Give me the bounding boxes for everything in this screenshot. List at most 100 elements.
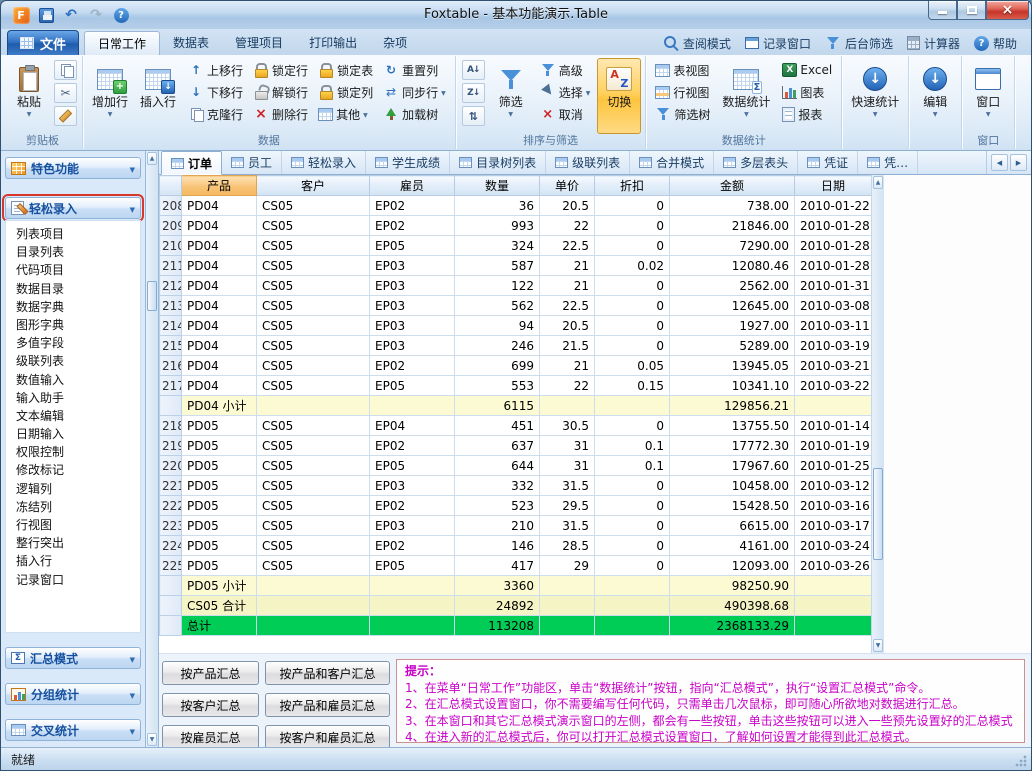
cell-amount[interactable]: 1927.00: [670, 316, 795, 336]
sidebar-item[interactable]: 行视图: [6, 516, 140, 534]
cell-customer[interactable]: CS05: [257, 356, 370, 376]
redo-button[interactable]: [86, 5, 106, 25]
cell-amount[interactable]: 12093.00: [670, 556, 795, 576]
filter-button[interactable]: 筛选: [489, 58, 533, 134]
cell-customer[interactable]: CS05: [257, 276, 370, 296]
row-number-cell[interactable]: 215: [160, 336, 182, 356]
cell-employee[interactable]: [370, 396, 455, 416]
cell-date[interactable]: 2010-03-11: [795, 316, 872, 336]
row-number-cell[interactable]: 214: [160, 316, 182, 336]
cell-product[interactable]: PD05: [182, 456, 257, 476]
cell-employee[interactable]: [370, 616, 455, 636]
cell-product[interactable]: PD04: [182, 256, 257, 276]
cell-amount[interactable]: 6615.00: [670, 516, 795, 536]
doc-tab-multi-layer-header[interactable]: 多层表头: [714, 151, 798, 174]
cell-quantity[interactable]: 24892: [455, 596, 540, 616]
sidebar-item[interactable]: 数值输入: [6, 371, 140, 389]
sidebar-panel-group-stats[interactable]: 分组统计: [5, 683, 141, 705]
cell-amount[interactable]: 15428.50: [670, 496, 795, 516]
cell-quantity[interactable]: 3360: [455, 576, 540, 596]
cell-product[interactable]: CS05 合计: [182, 596, 257, 616]
row-number-cell[interactable]: [160, 616, 182, 636]
cell-customer[interactable]: CS05: [257, 556, 370, 576]
cell-customer[interactable]: CS05: [257, 216, 370, 236]
cell-date[interactable]: 2010-03-24: [795, 536, 872, 556]
cell-amount[interactable]: 4161.00: [670, 536, 795, 556]
cell-customer[interactable]: [257, 616, 370, 636]
doc-tab-directory-tree-list[interactable]: 目录树列表: [450, 151, 546, 174]
cell-unit-price[interactable]: 21.5: [540, 336, 595, 356]
cell-discount[interactable]: [595, 576, 670, 596]
cell-customer[interactable]: CS05: [257, 376, 370, 396]
table-view-button[interactable]: 表视图: [652, 60, 713, 80]
sidebar-panel-summary-mode[interactable]: 汇总模式: [5, 647, 141, 669]
cell-product[interactable]: PD05: [182, 476, 257, 496]
cell-employee[interactable]: EP02: [370, 216, 455, 236]
cell-customer[interactable]: CS05: [257, 456, 370, 476]
table-scroll-down-button[interactable]: [873, 639, 883, 652]
cell-employee[interactable]: EP03: [370, 476, 455, 496]
row-number-cell[interactable]: 220: [160, 456, 182, 476]
cell-amount[interactable]: 10341.10: [670, 376, 795, 396]
cell-customer[interactable]: CS05: [257, 336, 370, 356]
table-scroll-up-button[interactable]: [873, 176, 883, 189]
sidebar-item[interactable]: 文本编辑: [6, 407, 140, 425]
row-number-cell[interactable]: 216: [160, 356, 182, 376]
doc-tab-merge-mode[interactable]: 合并模式: [630, 151, 714, 174]
column-header-employee[interactable]: 雇员: [370, 176, 455, 196]
advanced-filter-button[interactable]: 高级: [537, 60, 594, 80]
cell-discount[interactable]: 0: [595, 516, 670, 536]
cell-product[interactable]: PD04: [182, 376, 257, 396]
cell-product[interactable]: PD04: [182, 196, 257, 216]
row-number-cell[interactable]: 223: [160, 516, 182, 536]
sidebar-item[interactable]: 修改标记: [6, 461, 140, 479]
cell-unit-price[interactable]: 30.5: [540, 416, 595, 436]
sidebar-item[interactable]: 日期输入: [6, 425, 140, 443]
cell-date[interactable]: 2010-03-21: [795, 356, 872, 376]
reset-column-button[interactable]: 重置列: [380, 60, 449, 80]
cell-amount[interactable]: 17772.30: [670, 436, 795, 456]
row-number-cell[interactable]: 212: [160, 276, 182, 296]
cell-quantity[interactable]: 146: [455, 536, 540, 556]
cell-discount[interactable]: 0: [595, 416, 670, 436]
cut-button[interactable]: [54, 83, 77, 103]
sidebar-item[interactable]: 整行突出: [6, 534, 140, 552]
delete-row-button[interactable]: 删除行: [250, 104, 311, 124]
sidebar-item[interactable]: 代码项目: [6, 261, 140, 279]
maximize-button[interactable]: [957, 1, 986, 20]
column-header-product[interactable]: 产品: [182, 176, 257, 196]
cell-product[interactable]: PD05: [182, 516, 257, 536]
cell-amount[interactable]: 5289.00: [670, 336, 795, 356]
cell-unit-price[interactable]: 21: [540, 356, 595, 376]
cell-unit-price[interactable]: 29.5: [540, 496, 595, 516]
lookup-mode-button[interactable]: 查阅模式: [657, 32, 737, 54]
doc-tab-employees[interactable]: 员工: [222, 151, 282, 174]
cell-quantity[interactable]: 36: [455, 196, 540, 216]
unlock-row-button[interactable]: 解锁行: [250, 82, 311, 102]
cell-employee[interactable]: [370, 576, 455, 596]
doc-tab-student-scores[interactable]: 学生成绩: [366, 151, 450, 174]
cell-discount[interactable]: 0: [595, 556, 670, 576]
cell-product[interactable]: PD04: [182, 296, 257, 316]
cell-product[interactable]: PD05 小计: [182, 576, 257, 596]
cell-product[interactable]: PD04 小计: [182, 396, 257, 416]
cell-discount[interactable]: [595, 596, 670, 616]
sidebar-scroll-up-button[interactable]: [147, 152, 157, 165]
cell-discount[interactable]: [595, 396, 670, 416]
row-number-cell[interactable]: 211: [160, 256, 182, 276]
table-scroll-thumb[interactable]: [873, 468, 883, 560]
paste-button[interactable]: 粘贴: [7, 58, 51, 134]
column-header-quantity[interactable]: 数量: [455, 176, 540, 196]
cell-unit-price[interactable]: 29: [540, 556, 595, 576]
row-number-cell[interactable]: 208: [160, 196, 182, 216]
cell-quantity[interactable]: 332: [455, 476, 540, 496]
close-button[interactable]: [986, 1, 1029, 20]
ribbon-tab-manage-project[interactable]: 管理项目: [222, 31, 296, 55]
ribbon-tab-misc[interactable]: 杂项: [370, 31, 420, 55]
cell-customer[interactable]: CS05: [257, 516, 370, 536]
select-button[interactable]: 选择: [537, 82, 594, 102]
cell-discount[interactable]: 0: [595, 276, 670, 296]
ribbon-tab-daily-work[interactable]: 日常工作: [84, 31, 160, 55]
row-number-cell[interactable]: [160, 596, 182, 616]
cell-date[interactable]: 2010-03-17: [795, 516, 872, 536]
